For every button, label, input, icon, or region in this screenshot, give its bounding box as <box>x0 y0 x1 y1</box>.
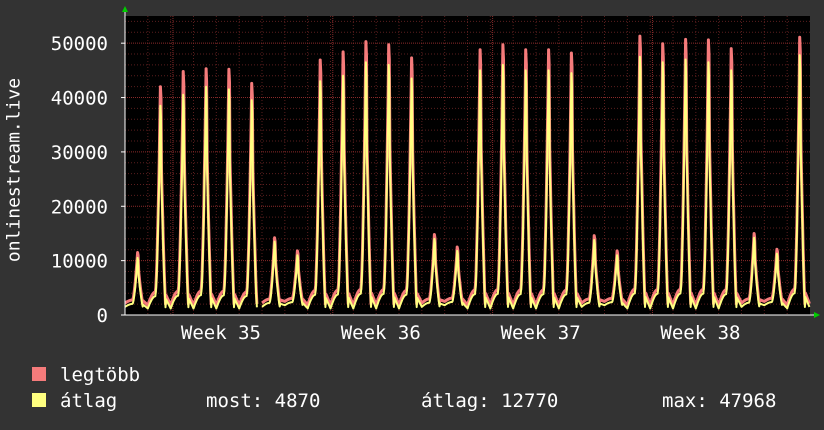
stat-maximum-label: max: <box>662 390 708 412</box>
stat-average-value: 12770 <box>501 390 559 412</box>
x-axis-arrow <box>814 312 820 318</box>
stat-average-label: átlag: <box>421 390 490 412</box>
y-tick-label: 20000 <box>51 196 108 218</box>
x-tick-label: Week 38 <box>660 322 740 344</box>
x-tick-label: Week 37 <box>501 322 581 344</box>
y-axis-arrow <box>122 6 128 12</box>
legend-swatch-max <box>32 367 46 381</box>
y-tick-label: 30000 <box>51 142 108 164</box>
stat-maximum-value: 47968 <box>719 390 777 412</box>
y-axis-label: onlinestream.live <box>3 77 25 263</box>
x-tick-label: Week 35 <box>181 322 261 344</box>
stat-current: most: 4870 <box>206 390 320 412</box>
stat-maximum: max: 47968 <box>662 390 776 412</box>
y-tick-label: 40000 <box>51 88 108 110</box>
legend-label-avg: átlag <box>60 390 118 412</box>
stat-current-value: 4870 <box>274 390 321 412</box>
legend-swatch-avg <box>32 393 46 407</box>
y-tick-label: 10000 <box>51 251 108 273</box>
stat-average: átlag: 12770 <box>421 390 558 412</box>
x-tick-label: Week 36 <box>341 322 421 344</box>
y-tick-label: 0 <box>97 305 108 327</box>
y-tick-label: 50000 <box>51 33 108 55</box>
y-axis-label-container: onlinestream.live <box>2 60 26 280</box>
stat-current-label: most: <box>206 390 264 412</box>
legend-label-max: legtöbb <box>60 364 141 386</box>
